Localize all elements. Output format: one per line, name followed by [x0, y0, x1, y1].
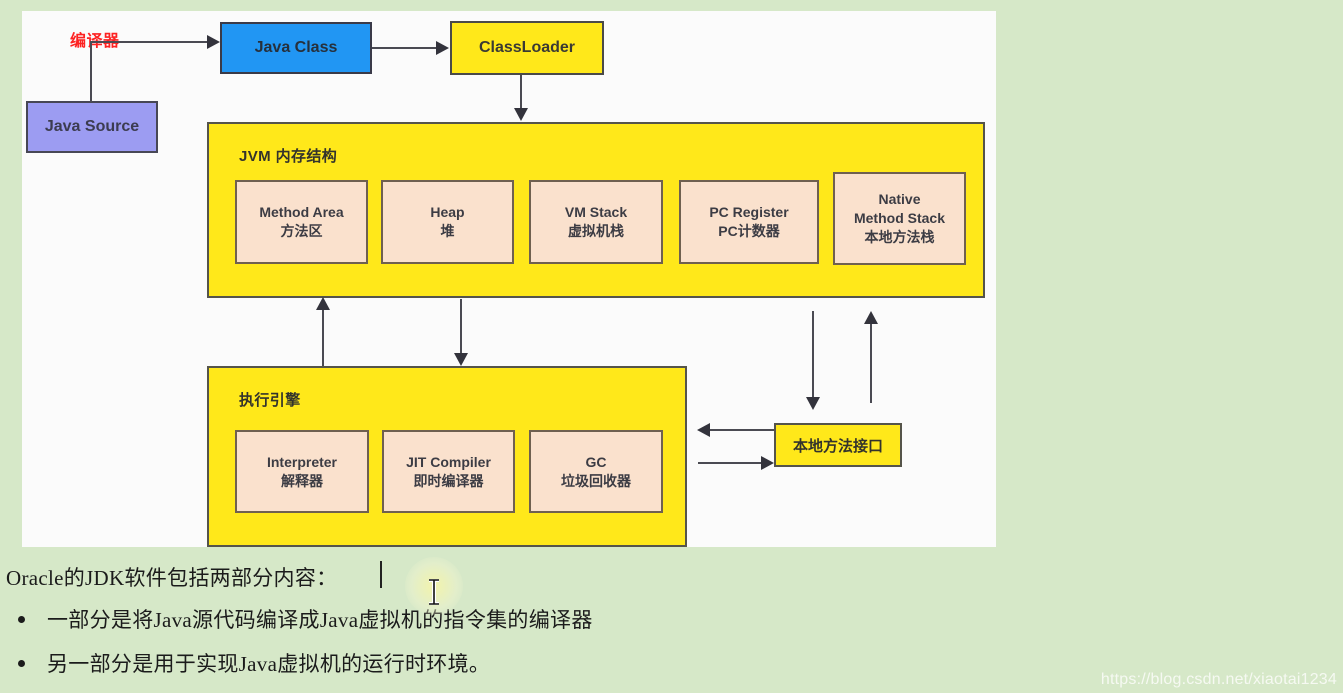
native-method-interface-box: 本地方法接口	[774, 423, 902, 467]
memory-box-pc-register: PC Register PC计数器	[679, 180, 819, 264]
intro-paragraph: Oracle的JDK软件包括两部分内容：	[6, 566, 338, 590]
native-stack-label-en-2: Method Stack	[853, 210, 945, 227]
arrow-to-java-class	[207, 35, 220, 49]
connector-memory-to-native-down	[812, 311, 814, 399]
jit-label-en: JIT Compiler	[406, 453, 491, 470]
native-stack-label-en-1: Native	[878, 191, 921, 208]
execution-engine-title: 执行引擎	[239, 392, 301, 409]
connector-exec-to-native	[698, 462, 761, 464]
connector-source-horizontal	[90, 41, 207, 43]
gc-label-en: GC	[585, 453, 607, 470]
class-loader-box: ClassLoader	[450, 21, 604, 75]
memory-box-heap: Heap 堆	[381, 180, 514, 264]
jvm-architecture-diagram: 编译器 Java Source Java Class ClassLoader J…	[22, 11, 996, 547]
interpreter-label-en: Interpreter	[266, 453, 338, 470]
text-caret	[380, 561, 382, 588]
pc-register-label-cn: PC计数器	[718, 223, 780, 239]
class-loader-label: ClassLoader	[478, 39, 576, 57]
compiler-label: 编译器	[70, 33, 120, 50]
heap-label-en: Heap	[430, 204, 465, 221]
jit-label-cn: 即时编译器	[413, 472, 484, 489]
method-area-label-cn: 方法区	[280, 223, 323, 239]
exec-box-interpreter: Interpreter 解释器	[235, 430, 369, 513]
interpreter-label-cn: 解释器	[281, 472, 323, 489]
java-class-box: Java Class	[220, 22, 372, 74]
heap-label-cn: 堆	[440, 223, 455, 239]
arrow-down-to-exec	[454, 353, 468, 366]
connector-native-to-memory-up	[870, 319, 872, 403]
ibeam-cursor-icon	[429, 579, 439, 605]
list-item: 另一部分是用于实现Java虚拟机的运行时环境。	[18, 648, 490, 678]
exec-box-jit-compiler: JIT Compiler 即时编译器	[382, 430, 515, 513]
native-interface-label: 本地方法接口	[792, 437, 883, 455]
arrow-down-to-native-interface	[806, 397, 820, 410]
connector-native-to-exec	[710, 429, 774, 431]
watermark: https://blog.csdn.net/xiaotai1234	[1100, 671, 1337, 688]
arrow-left-to-exec-engine	[697, 423, 710, 437]
connector-exec-to-memory-up	[322, 303, 324, 366]
connector-loader-down	[520, 75, 522, 110]
vm-stack-label-en: VM Stack	[564, 204, 628, 221]
bullet-dot-icon	[18, 659, 25, 667]
arrow-up-to-memory-from-native	[864, 311, 878, 324]
connector-source-vertical	[90, 41, 92, 102]
java-source-label: Java Source	[44, 118, 140, 136]
list-item-text: 另一部分是用于实现Java虚拟机的运行时环境。	[47, 652, 491, 676]
bullet-dot-icon	[18, 615, 25, 623]
method-area-label-en: Method Area	[259, 204, 344, 221]
connector-class-to-loader	[372, 47, 436, 49]
arrow-right-to-native-interface	[761, 456, 774, 470]
memory-box-vm-stack: VM Stack 虚拟机栈	[529, 180, 663, 264]
execution-engine-panel: 执行引擎 Interpreter 解释器 JIT Compiler 即时编译器 …	[207, 366, 687, 547]
vm-stack-label-cn: 虚拟机栈	[568, 223, 624, 239]
pc-register-label-en: PC Register	[709, 204, 789, 221]
native-stack-label-cn: 本地方法栈	[864, 228, 935, 245]
java-class-label: Java Class	[254, 39, 338, 57]
exec-box-gc: GC 垃圾回收器	[529, 430, 663, 513]
arrow-to-jvm-memory	[514, 108, 528, 121]
jvm-memory-panel: JVM 内存结构 Method Area 方法区 Heap 堆 VM Stack…	[207, 122, 985, 298]
gc-label-cn: 垃圾回收器	[561, 472, 631, 489]
memory-box-method-area: Method Area 方法区	[235, 180, 368, 264]
connector-memory-to-exec-down	[460, 299, 462, 355]
list-item-text: 一部分是将Java源代码编译成Java虚拟机的指令集的编译器	[47, 608, 593, 632]
java-source-box: Java Source	[26, 101, 158, 153]
list-item: 一部分是将Java源代码编译成Java虚拟机的指令集的编译器	[18, 604, 593, 634]
arrow-to-class-loader	[436, 41, 449, 55]
memory-box-native-method-stack: Native Method Stack 本地方法栈	[833, 172, 966, 265]
jvm-memory-title: JVM 内存结构	[239, 148, 338, 165]
arrow-up-to-memory	[316, 297, 330, 310]
